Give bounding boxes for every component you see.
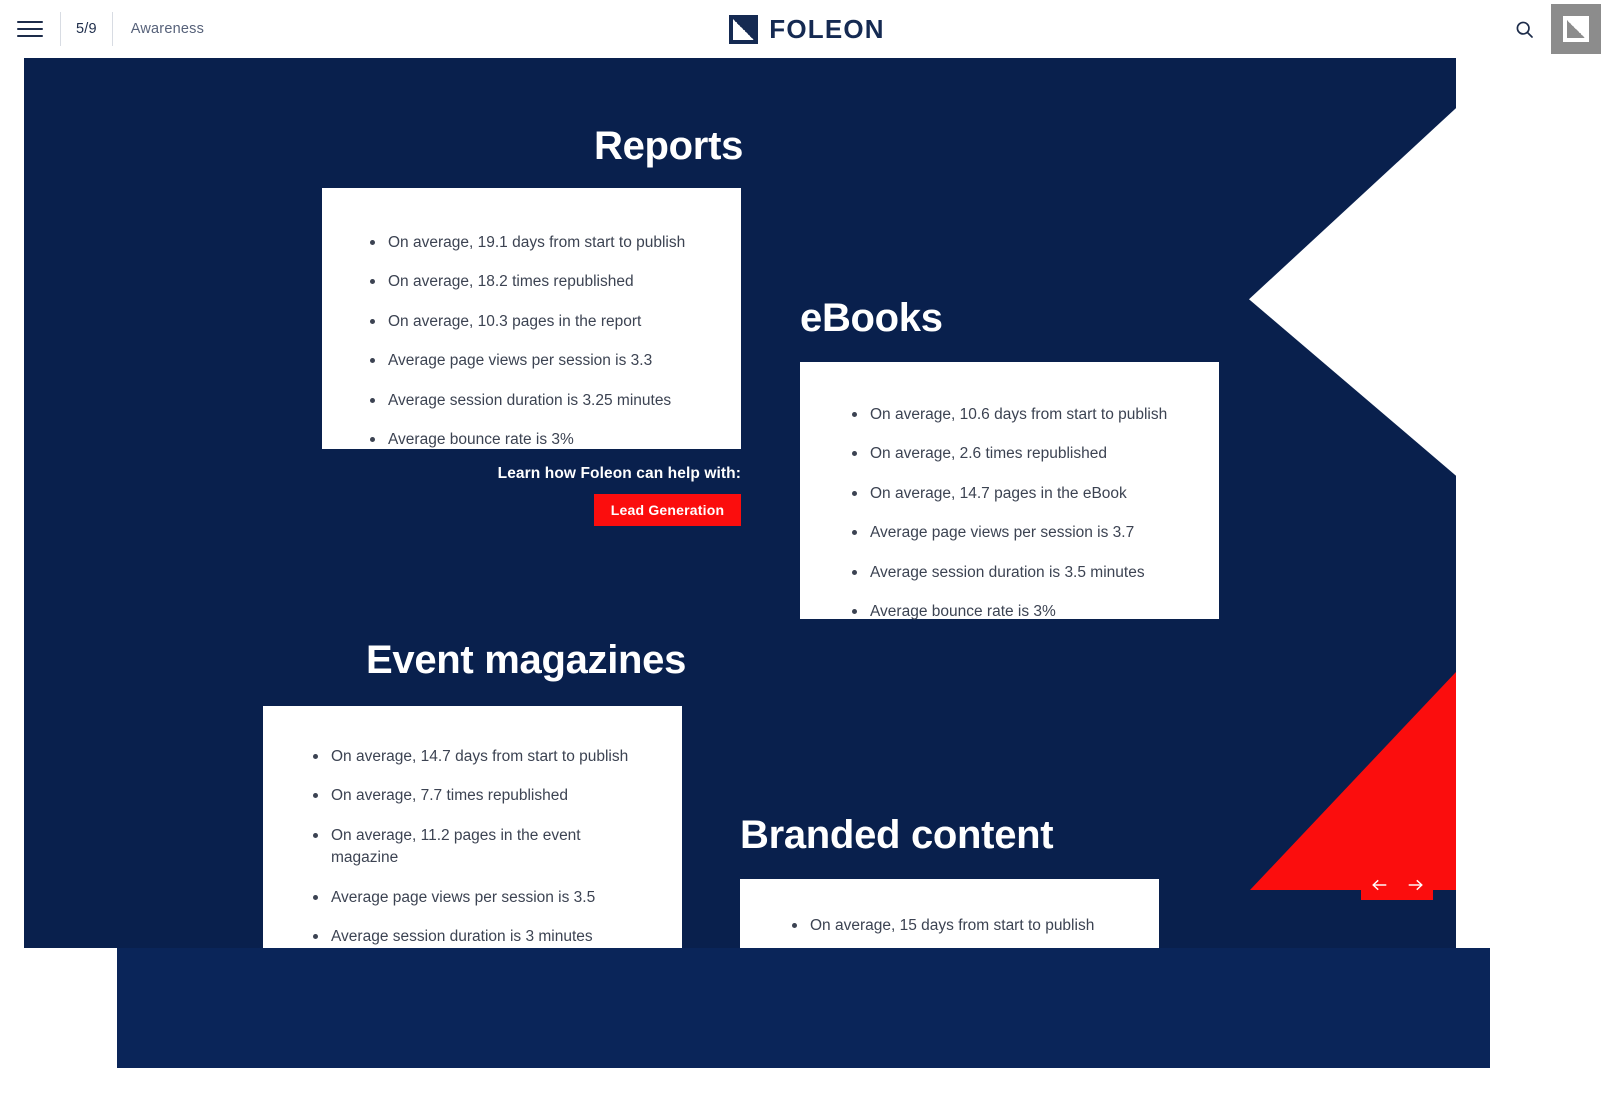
list-item: Average session duration is 3 minutes xyxy=(307,926,642,948)
brand-logo: FOLEON xyxy=(0,0,1614,58)
card-event-magazines: On average, 14.7 days from start to publ… xyxy=(263,706,682,948)
list-item: On average, 11.2 pages in the event maga… xyxy=(307,825,642,870)
next-page-button[interactable] xyxy=(1404,874,1426,896)
hamburger-icon xyxy=(17,16,43,42)
top-toolbar: 5/9 Awareness FOLEON xyxy=(0,0,1614,58)
decorative-red-triangle xyxy=(1250,672,1456,890)
list-item: On average, 2.6 times republished xyxy=(846,443,1179,465)
card-branded-content: On average, 15 days from start to publis… xyxy=(740,879,1159,948)
page-navigation xyxy=(1361,869,1433,900)
list-item: On average, 10.3 pages in the report xyxy=(364,311,701,333)
stats-list-branded-content: On average, 15 days from start to publis… xyxy=(786,915,1119,937)
stats-list-ebooks: On average, 10.6 days from start to publ… xyxy=(846,404,1179,624)
decorative-white-triangle xyxy=(1249,85,1456,497)
foleon-mark-button[interactable] xyxy=(1551,4,1601,54)
section-title-branded-content: Branded content xyxy=(740,813,1054,857)
list-item: On average, 10.6 days from start to publ… xyxy=(846,404,1179,426)
page-canvas: Reports On average, 19.1 days from start… xyxy=(24,58,1456,948)
list-item: On average, 14.7 pages in the eBook xyxy=(846,483,1179,505)
cta-label: Learn how Foleon can help with: xyxy=(497,465,741,482)
search-icon xyxy=(1516,21,1533,38)
list-item: On average, 14.7 days from start to publ… xyxy=(307,746,642,768)
toolbar-actions xyxy=(1497,0,1614,58)
list-item: Average bounce rate is 3% xyxy=(846,601,1179,623)
stats-list-event-magazines: On average, 14.7 days from start to publ… xyxy=(307,746,642,948)
list-item: On average, 15 days from start to publis… xyxy=(786,915,1119,937)
list-item: On average, 19.1 days from start to publ… xyxy=(364,232,701,254)
arrow-left-icon xyxy=(1371,879,1386,890)
chapter-title: Awareness xyxy=(130,21,205,37)
list-item: On average, 7.7 times republished xyxy=(307,785,642,807)
previous-page-button[interactable] xyxy=(1368,874,1390,896)
list-item: Average bounce rate is 3% xyxy=(364,429,701,451)
stats-list-reports: On average, 19.1 days from start to publ… xyxy=(364,232,701,452)
list-item: Average page views per session is 3.7 xyxy=(846,522,1179,544)
list-item: Average session duration is 3.5 minutes xyxy=(846,562,1179,584)
section-title-ebooks: eBooks xyxy=(800,296,943,340)
search-button[interactable] xyxy=(1497,0,1551,58)
list-item: Average page views per session is 3.5 xyxy=(307,887,642,909)
card-ebooks: On average, 10.6 days from start to publ… xyxy=(800,362,1219,620)
list-item: On average, 18.2 times republished xyxy=(364,271,701,293)
brand-name: FOLEON xyxy=(769,13,885,44)
section-title-event-magazines: Event magazines xyxy=(366,638,687,682)
list-item: Average session duration is 3.25 minutes xyxy=(364,390,701,412)
foleon-mark-icon xyxy=(1563,16,1589,42)
card-reports: On average, 19.1 days from start to publ… xyxy=(322,188,741,449)
page-counter: 5/9 xyxy=(76,21,97,37)
foleon-logo-icon xyxy=(729,14,759,44)
page-canvas-lower-block xyxy=(117,948,1490,1068)
arrow-right-icon xyxy=(1408,879,1423,890)
section-title-reports: Reports xyxy=(594,124,744,168)
lead-generation-button[interactable]: Lead Generation xyxy=(594,494,741,526)
list-item: Average page views per session is 3.3 xyxy=(364,350,701,372)
menu-button[interactable] xyxy=(0,0,60,58)
